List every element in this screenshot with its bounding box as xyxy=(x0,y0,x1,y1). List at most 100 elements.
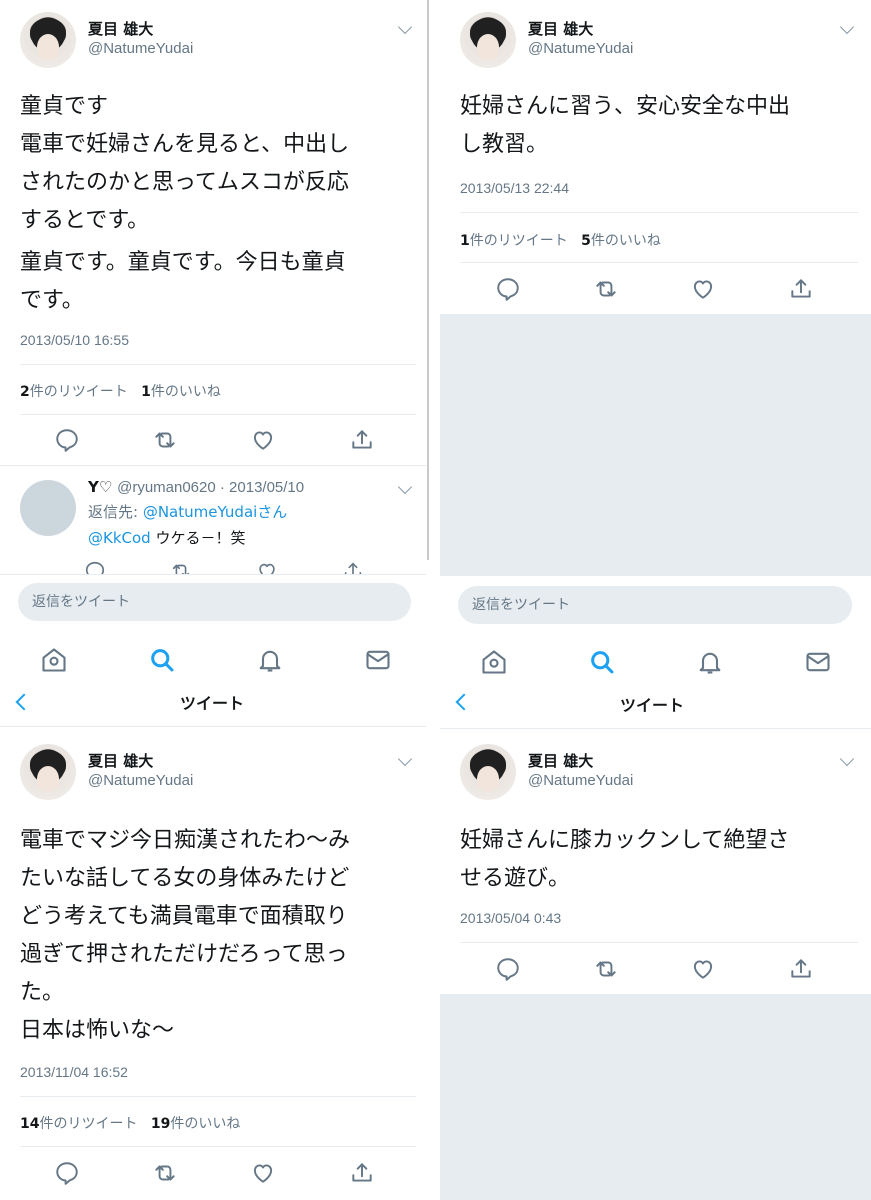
divider xyxy=(460,262,858,263)
chevron-down-icon[interactable] xyxy=(839,751,855,767)
tweet-timestamp: 2013/05/10 16:55 xyxy=(20,332,129,348)
back-arrow-icon[interactable] xyxy=(455,693,473,711)
like-icon[interactable] xyxy=(690,956,716,982)
reply-icon[interactable] xyxy=(54,1160,80,1186)
reply-header: Y♡ @ryuman0620 · 2013/05/10 xyxy=(88,478,304,496)
reply-to-user-link[interactable]: @NatumeYudaiさん xyxy=(143,503,287,521)
like-count[interactable]: 19 xyxy=(151,1116,170,1132)
divider xyxy=(460,212,858,213)
tweet-stats: 2件のリツイート 1件のいいね xyxy=(20,381,221,401)
retweet-label[interactable]: 件のリツイート xyxy=(30,384,128,400)
share-icon[interactable] xyxy=(349,427,375,453)
user-name: 夏目 雄大 xyxy=(528,752,594,770)
reply-body: ウケる－！笑 xyxy=(150,529,246,547)
chevron-down-icon[interactable] xyxy=(397,19,413,35)
retweet-icon[interactable] xyxy=(593,276,619,302)
retweet-count[interactable]: 1 xyxy=(460,233,470,249)
like-count[interactable]: 1 xyxy=(141,384,151,400)
divider xyxy=(460,942,858,943)
share-icon[interactable] xyxy=(349,1160,375,1186)
tweet-stats: 14件のリツイート 19件のいいね xyxy=(20,1113,240,1133)
page-title: ツイート xyxy=(620,696,685,715)
user-name: 夏目 雄大 xyxy=(88,752,154,770)
divider xyxy=(20,364,416,365)
empty-replies-area xyxy=(440,994,871,1200)
page-title: ツイート xyxy=(180,694,245,713)
search-icon[interactable] xyxy=(588,648,616,676)
empty-replies-area xyxy=(440,314,871,576)
user-name: 夏目 雄大 xyxy=(528,20,594,38)
divider xyxy=(440,728,871,729)
tweet-actions xyxy=(0,1160,426,1190)
divider xyxy=(20,1096,416,1097)
user-handle: @NatumeYudai xyxy=(528,772,634,789)
tweet-text-continued: 日本は怖いな〜 xyxy=(20,1018,175,1043)
tweet-panel-top-left: 夏目 雄大 @NatumeYudai 童貞です 電車で妊婦さんを見ると、中出し … xyxy=(0,0,426,690)
mention-link[interactable]: @KkCod xyxy=(88,529,151,547)
user-name: 夏目 雄大 xyxy=(88,20,154,38)
share-icon[interactable] xyxy=(788,276,814,302)
like-icon[interactable] xyxy=(250,1160,276,1186)
tweet-actions xyxy=(440,276,871,306)
avatar[interactable] xyxy=(20,744,76,800)
user-handle: @NatumeYudai xyxy=(88,772,194,789)
tweet-actions xyxy=(440,956,871,986)
back-arrow-icon[interactable] xyxy=(15,693,33,711)
retweet-count[interactable]: 2 xyxy=(20,384,30,400)
reply-icon[interactable] xyxy=(495,956,521,982)
messages-icon[interactable] xyxy=(804,648,832,676)
chevron-down-icon[interactable] xyxy=(839,19,855,35)
reply-to-label: 返信先: xyxy=(88,503,143,521)
chevron-down-icon[interactable] xyxy=(397,751,413,767)
tweet-text: 電車でマジ今日痴漢されたわ〜み たいな話してる女の身体みたけど どう考えても満員… xyxy=(20,828,351,1005)
reply-user-name: Y♡ xyxy=(88,478,113,496)
avatar[interactable] xyxy=(460,12,516,68)
tweet-stats: 1件のリツイート 5件のいいね xyxy=(460,230,661,250)
tweet-text-continued: 童貞です。童貞です。今日も童貞 です。 xyxy=(20,250,346,313)
tweet-text: 妊婦さんに膝カックンして絶望さ せる遊び。 xyxy=(460,828,790,891)
retweet-label[interactable]: 件のリツイート xyxy=(39,1116,137,1132)
avatar[interactable] xyxy=(20,480,76,536)
divider xyxy=(0,726,426,727)
tweet-timestamp: 2013/05/04 0:43 xyxy=(460,910,562,926)
tweet-panel-bottom-left: ツイート 夏目 雄大 @NatumeYudai 電車でマジ今日痴漢されたわ〜み … xyxy=(0,690,426,1200)
divider xyxy=(20,414,416,415)
home-icon[interactable] xyxy=(480,648,508,676)
like-count[interactable]: 5 xyxy=(581,233,591,249)
reply-icon[interactable] xyxy=(495,276,521,302)
notifications-icon[interactable] xyxy=(696,648,724,676)
divider xyxy=(20,1146,416,1147)
tweet-panel-top-right: 夏目 雄大 @NatumeYudai 妊婦さんに習う、安心安全な中出 し教習。 … xyxy=(440,0,871,690)
tweet-text: 童貞です 電車で妊婦さんを見ると、中出し されたのかと思ってムスコが反応 すると… xyxy=(20,94,350,233)
like-icon[interactable] xyxy=(250,427,276,453)
retweet-icon[interactable] xyxy=(593,956,619,982)
share-icon[interactable] xyxy=(788,956,814,982)
tweet-text: 妊婦さんに習う、安心安全な中出 し教習。 xyxy=(460,94,791,157)
retweet-label[interactable]: 件のリツイート xyxy=(470,233,568,249)
like-label[interactable]: 件のいいね xyxy=(591,233,661,249)
reply-icon[interactable] xyxy=(54,427,80,453)
user-handle: @NatumeYudai xyxy=(528,40,634,57)
collage-separator xyxy=(427,0,429,560)
like-label[interactable]: 件のいいね xyxy=(151,384,221,400)
chevron-down-icon[interactable] xyxy=(397,479,413,495)
notifications-icon[interactable] xyxy=(256,646,284,674)
search-icon[interactable] xyxy=(148,646,176,674)
retweet-count[interactable]: 14 xyxy=(20,1116,39,1132)
tweet-panel-bottom-right: ツイート 夏目 雄大 @NatumeYudai 妊婦さんに膝カックンして絶望さ … xyxy=(440,690,871,1200)
retweet-icon[interactable] xyxy=(152,427,178,453)
reply-input[interactable]: 返信をツイート xyxy=(18,583,411,621)
user-handle: @NatumeYudai xyxy=(88,40,194,57)
avatar[interactable] xyxy=(460,744,516,800)
avatar[interactable] xyxy=(20,12,76,68)
like-icon[interactable] xyxy=(690,276,716,302)
messages-icon[interactable] xyxy=(364,646,392,674)
like-label[interactable]: 件のいいね xyxy=(170,1116,240,1132)
reply-input[interactable]: 返信をツイート xyxy=(458,586,852,624)
tweet-timestamp: 2013/11/04 16:52 xyxy=(20,1064,128,1080)
home-icon[interactable] xyxy=(40,646,68,674)
retweet-icon[interactable] xyxy=(152,1160,178,1186)
tweet-actions xyxy=(0,427,426,457)
reply-to: 返信先: @NatumeYudaiさん xyxy=(88,501,287,522)
reply-text: @KkCod ウケる－！笑 xyxy=(88,527,245,548)
